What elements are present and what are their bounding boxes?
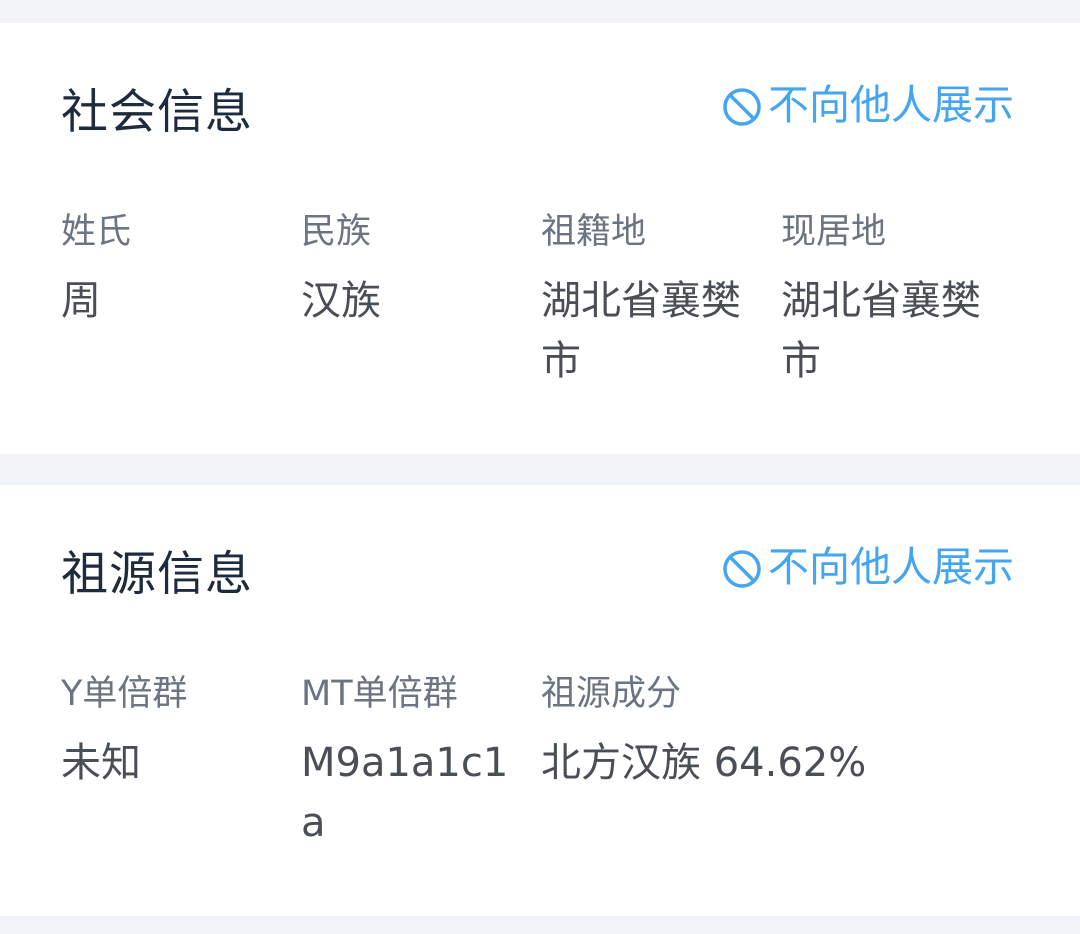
field-value: 汉族 <box>301 278 381 324</box>
social-info-card: 社会信息 不向他人展示 姓氏 周 民族 汉族 祖籍地 湖北省襄樊市 现居地 湖北… <box>0 23 1080 454</box>
field-ethnicity: 民族 汉族 <box>301 210 521 331</box>
field-label: MT单倍群 <box>301 674 458 714</box>
ancestry-info-card: 祖源信息 不向他人展示 Y单倍群 未知 MT单倍群 M9a1a1c1a 祖源成分… <box>0 485 1080 916</box>
no-entry-circle-icon <box>723 550 761 588</box>
no-entry-circle-icon <box>723 88 761 126</box>
social-hide-from-others-label: 不向他人展示 <box>768 81 1014 129</box>
field-label: 祖源成分 <box>541 674 682 714</box>
field-value: 周 <box>61 278 101 324</box>
field-surname: 姓氏 周 <box>61 210 281 331</box>
field-value: M9a1a1c1a <box>301 740 509 846</box>
field-label: 民族 <box>301 212 372 252</box>
field-value: 未知 <box>61 740 141 786</box>
field-mt-haplogroup: MT单倍群 M9a1a1c1a <box>301 672 521 853</box>
field-ancestral-home: 祖籍地 湖北省襄樊市 <box>541 210 761 391</box>
social-hide-from-others-button[interactable]: 不向他人展示 <box>722 79 1014 131</box>
field-y-haplogroup: Y单倍群 未知 <box>61 672 281 793</box>
field-value: 湖北省襄樊市 <box>541 278 741 384</box>
social-info-title: 社会信息 <box>61 85 253 140</box>
field-label: 现居地 <box>781 212 887 252</box>
field-value: 湖北省襄樊市 <box>781 278 981 384</box>
field-label: 祖籍地 <box>541 212 647 252</box>
field-label: 姓氏 <box>61 212 132 252</box>
ancestry-info-title: 祖源信息 <box>61 547 253 602</box>
field-ancestry-composition: 祖源成分 北方汉族 64.62% <box>541 672 1011 793</box>
field-current-residence: 现居地 湖北省襄樊市 <box>781 210 1001 391</box>
ancestry-hide-from-others-button[interactable]: 不向他人展示 <box>722 541 1014 593</box>
field-value: 北方汉族 64.62% <box>541 740 867 786</box>
ancestry-hide-from-others-label: 不向他人展示 <box>768 543 1014 591</box>
field-label: Y单倍群 <box>61 674 188 714</box>
